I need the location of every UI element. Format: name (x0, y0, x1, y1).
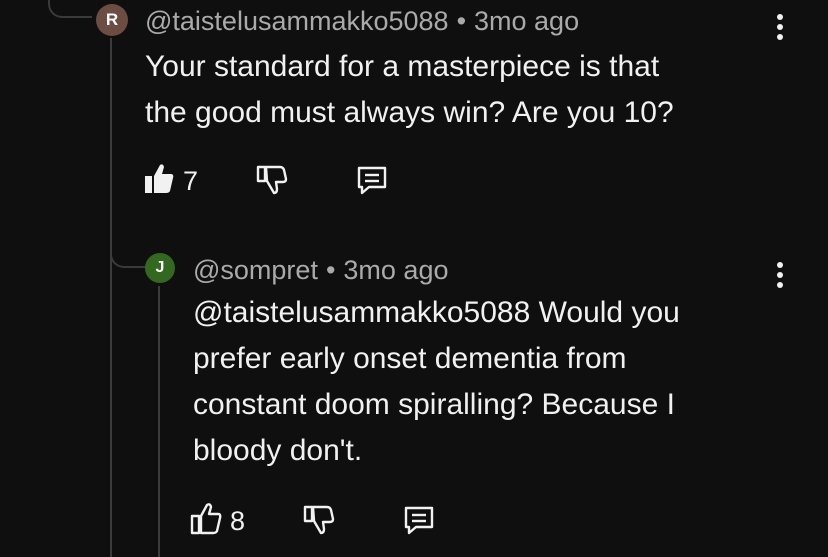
more-vertical-icon (768, 262, 792, 294)
more-vertical-icon (768, 14, 792, 46)
like-count: 8 (230, 506, 246, 536)
avatar[interactable]: J (145, 253, 175, 283)
thread-connector-reply (110, 232, 146, 268)
reply-button[interactable] (356, 165, 388, 200)
comment-text-line: bloody don't. (193, 434, 363, 467)
avatar[interactable]: R (96, 4, 128, 36)
thread-connector-top (48, 0, 92, 18)
dislike-button[interactable] (303, 503, 335, 540)
comment-text-line: prefer early onset dementia from (193, 342, 627, 375)
comment-menu-button[interactable] (768, 12, 792, 42)
reply-button[interactable] (403, 505, 435, 540)
like-button[interactable]: 8 (190, 502, 245, 541)
meta-separator: • (456, 6, 467, 36)
comment-time[interactable]: 3mo ago (474, 6, 579, 36)
comment-text-line: Your standard for a masterpiece is that (145, 50, 660, 83)
comment-meta: @taistelusammakko5088 • 3mo ago (145, 8, 579, 35)
comment-time[interactable]: 3mo ago (343, 255, 448, 285)
comment-meta: @sompret • 3mo ago (193, 257, 448, 284)
dislike-button[interactable] (256, 163, 288, 200)
comment-text-line: @taistelusammakko5088 Would you (193, 296, 680, 329)
comment-text-line: the good must always win? Are you 10? (145, 96, 674, 129)
thumb-down-icon (256, 163, 288, 200)
like-count: 7 (183, 166, 199, 196)
reply-comment-icon (403, 505, 435, 540)
comment-menu-button[interactable] (768, 260, 792, 290)
thumb-up-icon (190, 502, 222, 541)
reply-comment-icon (356, 165, 388, 200)
comment-text: Your standard for a masterpiece is that … (145, 44, 674, 136)
avatar-letter: J (155, 259, 165, 276)
avatar-letter: R (105, 10, 119, 29)
comment-author[interactable]: @sompret (193, 255, 318, 285)
like-button[interactable]: 7 (143, 162, 198, 201)
thumb-down-icon (303, 503, 335, 540)
thread-line-main (110, 38, 112, 557)
meta-separator: • (325, 255, 336, 285)
comment-text-line: constant doom spiralling? Because I (193, 388, 675, 421)
thread-line-reply (158, 286, 160, 557)
thumb-up-icon (143, 162, 175, 201)
comment-text: @taistelusammakko5088 Would you prefer e… (193, 290, 680, 474)
comment-author[interactable]: @taistelusammakko5088 (145, 6, 449, 36)
